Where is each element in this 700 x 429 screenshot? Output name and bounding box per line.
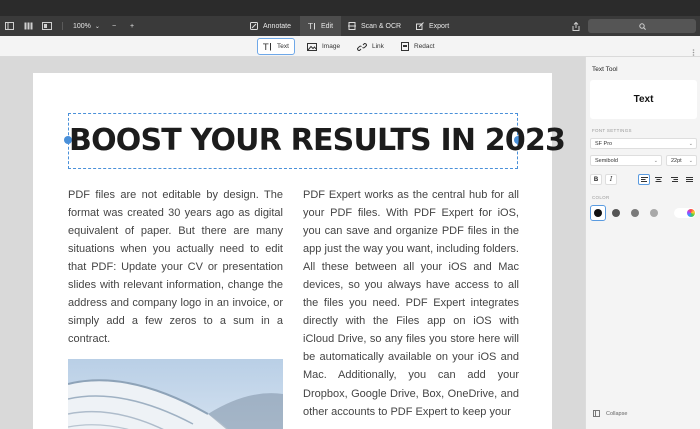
- zoom-control[interactable]: 100% ⌄ − +: [73, 16, 134, 36]
- title-bar: [0, 0, 700, 16]
- document-canvas[interactable]: BOOST YOUR RESULTS IN 2023 PDF files are…: [0, 57, 585, 429]
- zoom-out-button[interactable]: −: [112, 23, 116, 30]
- color-swatch-light-gray[interactable]: [650, 209, 658, 217]
- tab-scan-ocr[interactable]: Scan & OCR: [340, 16, 409, 36]
- collapse-label: Collapse: [606, 410, 628, 417]
- tool-label: Redact: [414, 43, 435, 50]
- search-icon: [638, 22, 646, 30]
- grid-view-icon[interactable]: [23, 20, 33, 32]
- font-size-value: 22pt: [671, 157, 682, 164]
- text-style-preview: Text: [590, 80, 697, 119]
- tab-label: Annotate: [263, 22, 292, 30]
- font-weight-select[interactable]: Semibold ⌄: [590, 155, 662, 166]
- link-tool-button[interactable]: Link: [352, 38, 389, 55]
- more-options-icon[interactable]: [692, 43, 695, 56]
- edit-toolbar: T Text Image Link Redact: [0, 36, 700, 57]
- main-toolbar: 100% ⌄ − + Annotate T Edit Scan & OCR Ex…: [0, 16, 700, 36]
- scan-icon: [348, 22, 356, 30]
- color-swatch-gray[interactable]: [631, 209, 639, 217]
- color-swatch-dark-gray[interactable]: [612, 209, 620, 217]
- svg-text:T: T: [308, 22, 313, 30]
- font-size-select[interactable]: 22pt ⌄: [666, 155, 697, 166]
- tab-label: Edit: [321, 22, 334, 30]
- tab-label: Scan & OCR: [361, 22, 402, 30]
- annotate-icon: [250, 22, 258, 30]
- chevron-down-icon: ⌄: [688, 158, 693, 164]
- image-icon: [307, 42, 317, 51]
- chevron-down-icon: ⌄: [94, 23, 100, 30]
- chevron-down-icon: ⌄: [653, 158, 658, 164]
- text-tool-icon: T: [263, 43, 271, 51]
- color-label: COLOR: [592, 195, 610, 200]
- text-block-right[interactable]: PDF Expert works as the central hub for …: [303, 186, 519, 421]
- align-center-icon: [654, 176, 662, 182]
- sidebar-toggle-icon[interactable]: [4, 20, 14, 32]
- color-swatch-black[interactable]: [594, 209, 602, 217]
- tool-label: Text: [277, 43, 289, 50]
- thumbnails-icon[interactable]: [42, 20, 52, 32]
- font-family-select[interactable]: SF Pro ⌄: [590, 138, 697, 149]
- align-justify-icon: [685, 176, 693, 182]
- collapse-icon: [593, 410, 600, 417]
- svg-text:T: T: [263, 43, 269, 51]
- font-settings-label: FONT SETTINGS: [592, 128, 632, 133]
- tab-export[interactable]: Export: [408, 16, 457, 36]
- panel-title: Text Tool: [592, 66, 618, 73]
- chevron-down-icon: ⌄: [688, 141, 693, 147]
- headline-text[interactable]: BOOST YOUR RESULTS IN 2023: [69, 123, 566, 158]
- align-right-button[interactable]: [668, 174, 680, 185]
- align-center-button[interactable]: [652, 174, 664, 185]
- align-right-icon: [670, 176, 678, 182]
- export-icon: [416, 22, 424, 30]
- redact-icon: [401, 42, 409, 51]
- share-icon[interactable]: [571, 20, 581, 32]
- align-left-button[interactable]: [638, 174, 650, 185]
- text-tool-button[interactable]: T Text: [257, 38, 295, 55]
- tool-label: Image: [322, 43, 341, 50]
- bold-button[interactable]: B: [590, 174, 602, 185]
- text-cursor-icon: T: [308, 22, 315, 30]
- tool-label: Link: [372, 43, 384, 50]
- zoom-value[interactable]: 100%: [73, 23, 91, 30]
- font-family-value: SF Pro: [595, 140, 613, 147]
- text-block-left[interactable]: PDF files are not editable by design. Th…: [68, 186, 283, 348]
- zoom-in-button[interactable]: +: [130, 23, 134, 30]
- toolbar-divider: [62, 22, 63, 30]
- tab-annotate[interactable]: Annotate: [242, 16, 299, 36]
- text-selection-box[interactable]: BOOST YOUR RESULTS IN 2023: [64, 113, 566, 169]
- custom-color-picker[interactable]: [674, 208, 696, 218]
- font-weight-value: Semibold: [595, 157, 618, 164]
- image-tool-button[interactable]: Image: [302, 38, 345, 55]
- inspector-panel: Text Tool Text FONT SETTINGS SF Pro ⌄ Se…: [585, 57, 700, 429]
- search-input[interactable]: [588, 19, 696, 33]
- color-wheel-icon: [687, 209, 695, 217]
- align-justify-button[interactable]: [683, 174, 695, 185]
- collapse-button[interactable]: Collapse: [593, 410, 627, 417]
- pdf-page[interactable]: BOOST YOUR RESULTS IN 2023 PDF files are…: [33, 73, 566, 429]
- tab-edit[interactable]: T Edit: [300, 16, 342, 36]
- tab-label: Export: [429, 22, 450, 30]
- italic-button[interactable]: I: [605, 174, 617, 185]
- align-left-icon: [640, 176, 648, 182]
- redact-tool-button[interactable]: Redact: [396, 38, 440, 55]
- architecture-photo[interactable]: [68, 359, 283, 429]
- link-icon: [357, 42, 367, 51]
